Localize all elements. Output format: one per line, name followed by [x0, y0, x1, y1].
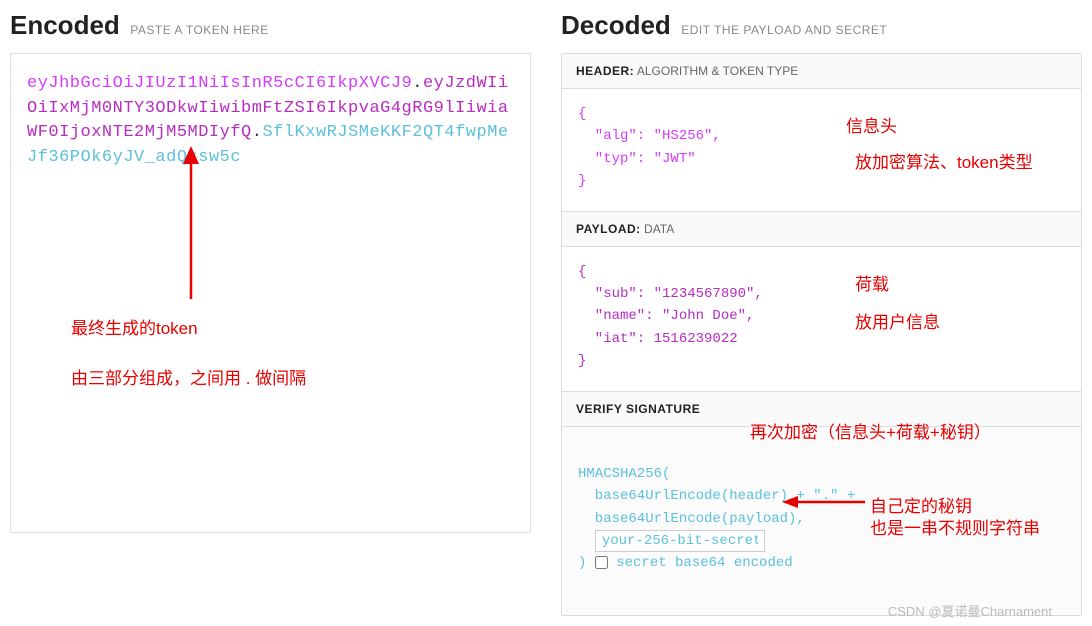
token-header-part: eyJhbGciOiJIUzI1NiIsInR5cCI6IkpXVCJ9 [27, 74, 412, 93]
payload-section-label: PAYLOAD: DATA [562, 212, 1081, 247]
decoded-heading: Decoded EDIT THE PAYLOAD AND SECRET [561, 10, 1082, 41]
payload-section: PAYLOAD: DATA { "sub": "1234567890", "na… [562, 211, 1081, 391]
verify-body: HMACSHA256( base64UrlEncode(header) + ".… [562, 427, 1081, 616]
secret-input[interactable] [595, 530, 765, 552]
watermark: CSDN @夏诺曼Charnament [888, 601, 1052, 620]
encoded-token-area[interactable]: eyJhbGciOiJIUzI1NiIsInR5cCI6IkpXVCJ9.eyJ… [10, 53, 531, 533]
base64-checkbox[interactable] [595, 556, 608, 569]
payload-json[interactable]: { "sub": "1234567890", "name": "John Doe… [562, 247, 1081, 391]
encoded-heading: Encoded PASTE A TOKEN HERE [10, 10, 531, 41]
base64-checkbox-label: secret base64 encoded [616, 555, 792, 571]
header-section-label: HEADER: ALGORITHM & TOKEN TYPE [562, 54, 1081, 89]
header-json[interactable]: { "alg": "HS256", "typ": "JWT" } [562, 89, 1081, 211]
header-section: HEADER: ALGORITHM & TOKEN TYPE { "alg": … [562, 54, 1081, 211]
annotation-encoded-2: 由三部分组成，之间用 . 做间隔 [71, 364, 306, 389]
decoded-title: Decoded [561, 10, 671, 40]
decoded-panel: HEADER: ALGORITHM & TOKEN TYPE { "alg": … [561, 53, 1082, 616]
encoded-title: Encoded [10, 10, 120, 40]
verify-section-label: VERIFY SIGNATURE [562, 392, 1081, 427]
encoded-subtitle: PASTE A TOKEN HERE [130, 23, 268, 37]
verify-section: VERIFY SIGNATURE HMACSHA256( base64UrlEn… [562, 391, 1081, 616]
annotation-encoded-1: 最终生成的token [71, 314, 198, 339]
encoded-token-text: eyJhbGciOiJIUzI1NiIsInR5cCI6IkpXVCJ9.eyJ… [27, 72, 514, 171]
decoded-subtitle: EDIT THE PAYLOAD AND SECRET [681, 23, 887, 37]
